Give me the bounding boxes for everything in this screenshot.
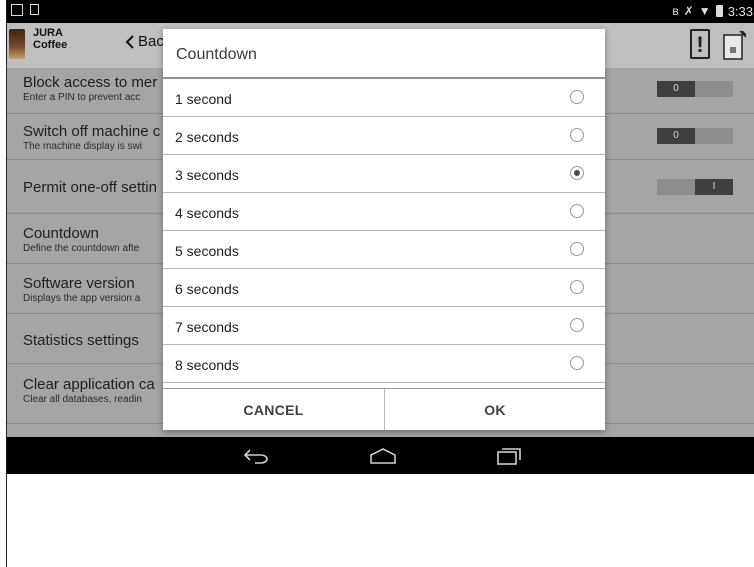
option-8-seconds[interactable]: 8 seconds <box>163 345 605 383</box>
option-1-second[interactable]: 1 second <box>163 79 605 117</box>
tablet-screen: ʙ ✗ ▼ 3:33 JURA Coffee Bac ! Block acces… <box>7 0 754 474</box>
option-3-seconds[interactable]: 3 seconds <box>163 155 605 193</box>
bluetooth-icon: ʙ <box>672 4 679 18</box>
radio-button[interactable] <box>570 204 584 218</box>
setting-desc: The machine display is swi <box>23 141 142 152</box>
radio-button[interactable] <box>570 318 584 332</box>
radio-button[interactable] <box>570 128 584 142</box>
status-bar: ʙ ✗ ▼ 3:33 <box>7 0 754 23</box>
home-icon[interactable] <box>367 445 399 467</box>
option-label: 8 seconds <box>175 357 239 373</box>
countdown-dialog: Countdown 1 second 2 seconds 3 seconds 4… <box>163 29 605 430</box>
cancel-button[interactable]: CANCEL <box>163 389 384 430</box>
back-button[interactable]: Bac <box>125 33 164 50</box>
setting-title: Software version <box>23 275 135 292</box>
setting-title: Block access to mer <box>23 74 158 91</box>
back-arrow-icon[interactable] <box>240 445 272 467</box>
option-label: 2 seconds <box>175 129 239 145</box>
recent-apps-icon[interactable] <box>493 445 525 467</box>
radio-button[interactable] <box>570 280 584 294</box>
battery-icon <box>715 5 723 17</box>
ok-button[interactable]: OK <box>384 389 605 430</box>
option-label: 7 seconds <box>175 319 239 335</box>
warning-icon[interactable]: ! <box>690 29 710 59</box>
setting-desc: Displays the app version a <box>23 293 141 304</box>
toggle-knob: 0 <box>657 81 695 97</box>
sd-card-icon <box>30 4 39 15</box>
option-2-seconds[interactable]: 2 seconds <box>163 117 605 155</box>
option-6-seconds[interactable]: 6 seconds <box>163 269 605 307</box>
switch-off-toggle[interactable]: 0 <box>657 128 733 144</box>
option-5-seconds[interactable]: 5 seconds <box>163 231 605 269</box>
option-4-seconds[interactable]: 4 seconds <box>163 193 605 231</box>
radio-button[interactable] <box>570 356 584 370</box>
setting-title: Clear application ca <box>23 376 155 393</box>
mute-icon: ✗ <box>683 4 694 18</box>
coffee-machine-icon[interactable] <box>720 29 748 61</box>
option-7-seconds[interactable]: 7 seconds <box>163 307 605 345</box>
setting-desc: Clear all databases, readin <box>23 394 142 405</box>
toggle-knob: 0 <box>657 128 695 144</box>
notification-square-icon <box>11 4 23 16</box>
option-label: 1 second <box>175 91 232 107</box>
dialog-button-row: CANCEL OK <box>163 388 605 430</box>
back-label: Bac <box>138 33 164 50</box>
navigation-bar <box>7 437 754 474</box>
setting-title: Permit one-off settin <box>23 179 157 196</box>
chevron-left-icon <box>125 34 134 49</box>
setting-title: Switch off machine c <box>23 123 161 140</box>
brand-name: JURA Coffee <box>33 27 67 51</box>
brand-line-1: JURA <box>33 27 63 39</box>
option-label: 5 seconds <box>175 243 239 259</box>
option-label: 3 seconds <box>175 167 239 183</box>
brand-line-2: Coffee <box>33 39 68 51</box>
dialog-title: Countdown <box>176 46 257 63</box>
option-label: 4 seconds <box>175 205 239 221</box>
wifi-icon: ▼ <box>698 4 711 18</box>
setting-desc: Enter a PIN to prevent acc <box>23 92 141 103</box>
radio-button[interactable] <box>570 242 584 256</box>
device-frame: ʙ ✗ ▼ 3:33 JURA Coffee Bac ! Block acces… <box>6 0 754 567</box>
status-time: 3:33 <box>727 3 753 19</box>
block-access-toggle[interactable]: 0 <box>657 81 733 97</box>
permit-one-off-toggle[interactable]: I <box>657 179 733 195</box>
setting-title: Countdown <box>23 225 99 242</box>
setting-desc: Define the countdown afte <box>23 243 140 254</box>
setting-title: Statistics settings <box>23 332 139 349</box>
coffee-cup-logo <box>9 29 25 59</box>
toggle-knob: I <box>695 179 733 195</box>
option-label: 6 seconds <box>175 281 239 297</box>
radio-button[interactable] <box>570 90 584 104</box>
radio-button-selected[interactable] <box>570 166 584 180</box>
